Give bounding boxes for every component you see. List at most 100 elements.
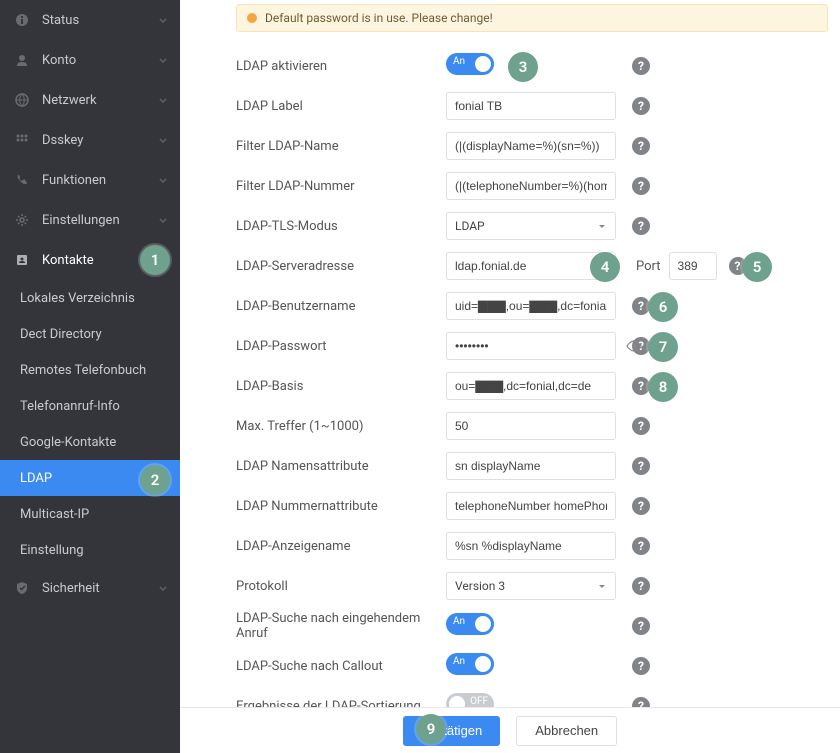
help-icon[interactable]: ?: [632, 217, 650, 235]
chevron-down-icon: [158, 175, 168, 185]
row-server: LDAP-Serveradresse Port ?: [236, 246, 820, 286]
input-display-name[interactable]: [446, 532, 616, 560]
sidebar-item-sicherheit[interactable]: Sicherheit: [0, 568, 180, 608]
input-base[interactable]: [446, 372, 616, 400]
toggle-ldap-enable[interactable]: An: [446, 53, 494, 75]
help-icon[interactable]: ?: [632, 617, 650, 635]
input-name-attrs[interactable]: [446, 452, 616, 480]
keypad-icon: [12, 133, 32, 147]
field-label: Filter LDAP-Nummer: [236, 179, 446, 194]
input-filter-number[interactable]: [446, 172, 616, 200]
sub-item-label: Multicast-IP: [20, 507, 89, 522]
select-tls-mode[interactable]: LDAP: [446, 212, 616, 240]
sub-item-label: Einstellung: [20, 543, 84, 558]
toggle-callout[interactable]: An: [446, 653, 494, 675]
input-maxhits[interactable]: [446, 412, 616, 440]
field-label: LDAP-Basis: [236, 379, 446, 394]
sub-item-label: Dect Directory: [20, 327, 102, 342]
sub-item-einstellung[interactable]: Einstellung: [0, 532, 180, 568]
gear-icon: [12, 213, 32, 227]
input-port[interactable]: [669, 252, 717, 280]
row-password: LDAP-Passwort ?: [236, 326, 820, 366]
sidebar-item-label: Einstellungen: [42, 213, 158, 228]
sidebar-item-konto[interactable]: Konto: [0, 40, 180, 80]
row-display-name: LDAP-Anzeigename ?: [236, 526, 820, 566]
sidebar-item-label: Netzwerk: [42, 93, 158, 108]
row-filter-name: Filter LDAP-Name ?: [236, 126, 820, 166]
help-icon[interactable]: ?: [632, 177, 650, 195]
row-callout-search: LDAP-Suche nach Callout An ?: [236, 646, 820, 686]
field-label: LDAP aktivieren: [236, 59, 446, 74]
row-protocol: Protokoll Version 3 ?: [236, 566, 820, 606]
sidebar-item-label: Konto: [42, 53, 158, 68]
sidebar-item-label: Status: [42, 13, 158, 28]
help-icon[interactable]: ?: [632, 57, 650, 75]
ldap-form: LDAP aktivieren An ? LDAP Label ? Filter…: [180, 46, 840, 726]
sub-item-multicast-ip[interactable]: Multicast-IP: [0, 496, 180, 532]
input-ldap-label[interactable]: [446, 92, 616, 120]
sub-item-dect-directory[interactable]: Dect Directory: [0, 316, 180, 352]
input-number-attrs[interactable]: [446, 492, 616, 520]
sub-item-label: Google-Kontakte: [20, 435, 116, 450]
help-icon[interactable]: ?: [632, 497, 650, 515]
field-label: LDAP-Passwort: [236, 339, 446, 354]
row-number-attrs: LDAP Nummernattribute ?: [236, 486, 820, 526]
caret-down-icon: [597, 581, 607, 591]
globe-icon: [12, 93, 32, 107]
help-icon[interactable]: ?: [632, 457, 650, 475]
sub-item-lokales-verzeichnis[interactable]: Lokales Verzeichnis: [0, 280, 180, 316]
help-icon[interactable]: ?: [632, 97, 650, 115]
row-ldap-label: LDAP Label ?: [236, 86, 820, 126]
annotation-badge-6: 6: [648, 292, 678, 322]
field-label: LDAP-Suche nach eingehendem Anruf: [236, 611, 446, 641]
sidebar-item-funktionen[interactable]: Funktionen: [0, 160, 180, 200]
annotation-badge-7: 7: [648, 332, 678, 362]
help-icon[interactable]: ?: [632, 577, 650, 595]
annotation-badge-1: 1: [140, 245, 170, 275]
sub-item-label: Telefonanruf-Info: [20, 399, 120, 414]
annotation-badge-3: 3: [508, 52, 538, 82]
port-label: Port: [636, 259, 661, 274]
help-icon[interactable]: ?: [632, 417, 650, 435]
sidebar-item-einstellungen[interactable]: Einstellungen: [0, 200, 180, 240]
field-label: LDAP Namensattribute: [236, 459, 446, 474]
field-label: LDAP Label: [236, 99, 446, 114]
field-label: LDAP-Suche nach Callout: [236, 659, 446, 674]
shield-icon: [12, 581, 32, 595]
select-value: Version 3: [455, 579, 505, 593]
input-username[interactable]: [446, 292, 616, 320]
field-label: LDAP-TLS-Modus: [236, 219, 446, 234]
sidebar-item-status[interactable]: Status: [0, 0, 180, 40]
sidebar-item-dsskey[interactable]: Dsskey: [0, 120, 180, 160]
select-protocol[interactable]: Version 3: [446, 572, 616, 600]
eye-icon[interactable]: [626, 340, 642, 352]
field-label: Filter LDAP-Name: [236, 139, 446, 154]
contacts-icon: [12, 253, 32, 267]
field-label: Protokoll: [236, 579, 446, 594]
row-filter-number: Filter LDAP-Nummer ?: [236, 166, 820, 206]
cancel-button[interactable]: Abbrechen: [516, 716, 617, 746]
sidebar-item-label: Funktionen: [42, 173, 158, 188]
chevron-down-icon: [158, 135, 168, 145]
sidebar-item-label: Dsskey: [42, 133, 158, 148]
chevron-down-icon: [158, 55, 168, 65]
help-icon[interactable]: ?: [632, 537, 650, 555]
input-filter-name[interactable]: [446, 132, 616, 160]
sidebar-item-netzwerk[interactable]: Netzwerk: [0, 80, 180, 120]
sub-item-telefonanruf-info[interactable]: Telefonanruf-Info: [0, 388, 180, 424]
chevron-down-icon: [158, 95, 168, 105]
input-password[interactable]: [446, 332, 616, 360]
caret-down-icon: [597, 221, 607, 231]
toggle-incoming[interactable]: An: [446, 613, 494, 635]
row-username: LDAP-Benutzername ?: [236, 286, 820, 326]
field-label: LDAP-Serveradresse: [236, 259, 446, 274]
row-base: LDAP-Basis ?: [236, 366, 820, 406]
annotation-badge-9: 9: [416, 714, 446, 744]
sub-item-google-kontakte[interactable]: Google-Kontakte: [0, 424, 180, 460]
annotation-badge-8: 8: [648, 372, 678, 402]
chevron-down-icon: [158, 215, 168, 225]
phone-icon: [12, 173, 32, 187]
help-icon[interactable]: ?: [632, 137, 650, 155]
help-icon[interactable]: ?: [632, 657, 650, 675]
sub-item-remotes-telefonbuch[interactable]: Remotes Telefonbuch: [0, 352, 180, 388]
